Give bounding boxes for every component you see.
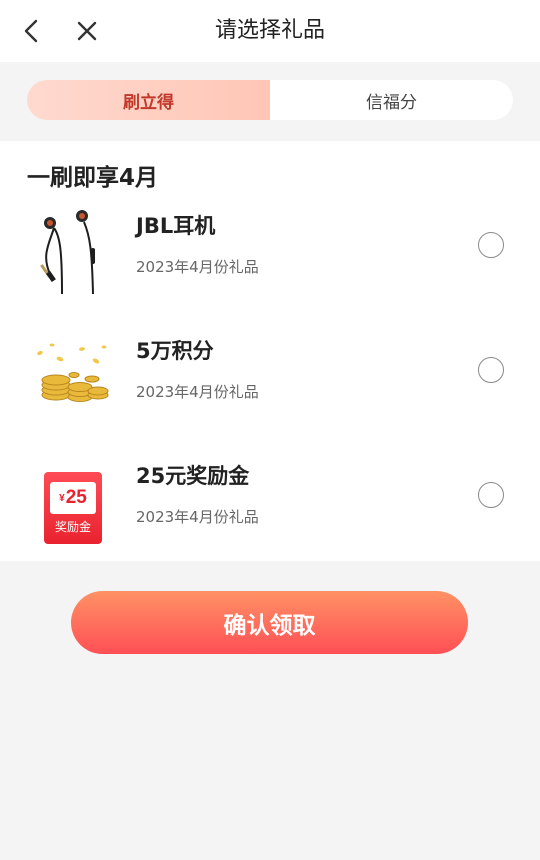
gift-item-jbl[interactable]: JBL耳机 2023年4月份礼品 [0, 206, 540, 316]
gift-list-card: 一刷即享4月 JBL耳机 2023年4月份礼品 5万积分 2023年4月份礼品 … [0, 141, 540, 561]
gift-name: JBL耳机 [136, 214, 216, 238]
confirm-button[interactable]: 确认领取 [71, 591, 468, 654]
section-title: 一刷即享4月 [27, 165, 159, 191]
gift-name: 25元奖励金 [136, 464, 250, 488]
top-nav-bar: 请选择礼品 [0, 0, 540, 62]
voucher-amount: ¥25 [50, 482, 96, 514]
gift-item-points[interactable]: 5万积分 2023年4月份礼品 [0, 331, 540, 441]
earphones-image [40, 210, 95, 295]
gift-radio[interactable] [478, 232, 504, 258]
gift-radio[interactable] [478, 357, 504, 383]
tab-xinfufen[interactable]: 信福分 [270, 80, 513, 120]
gold-coins-image [37, 343, 109, 402]
page-title: 请选择礼品 [214, 18, 325, 43]
gift-name: 5万积分 [136, 339, 214, 363]
gift-subtitle: 2023年4月份礼品 [136, 383, 259, 401]
tab-bar: 刷立得 信福分 [27, 80, 513, 120]
voucher-value: 25 [65, 487, 87, 508]
gift-item-reward[interactable]: ¥25 奖励金 25元奖励金 2023年4月份礼品 [0, 456, 540, 566]
tab-shualide[interactable]: 刷立得 [27, 80, 270, 120]
gift-subtitle: 2023年4月份礼品 [136, 258, 259, 276]
tab-bar-container: 刷立得 信福分 [0, 62, 540, 141]
voucher-currency: ¥ [59, 492, 65, 504]
gift-radio[interactable] [478, 482, 504, 508]
voucher-label: 奖励金 [54, 520, 91, 534]
gift-subtitle: 2023年4月份礼品 [136, 508, 259, 526]
voucher-image: ¥25 奖励金 [30, 456, 112, 548]
voucher-card: ¥25 奖励金 [44, 472, 102, 544]
